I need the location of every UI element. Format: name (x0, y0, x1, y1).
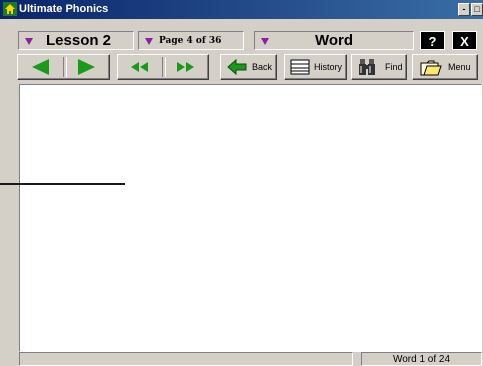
page-select[interactable]: Page 4 of 36 (138, 31, 244, 50)
next-page-button[interactable] (64, 55, 109, 79)
minimize-button[interactable]: - (458, 3, 470, 16)
page-label: Page 4 of 36 (159, 36, 222, 46)
word-label: Word (314, 32, 354, 49)
history-button[interactable]: History (284, 54, 347, 80)
menu-label: Menu (448, 62, 471, 72)
word-select[interactable]: Word (254, 31, 414, 50)
content-area[interactable] (19, 84, 482, 352)
find-label: Find (385, 62, 403, 72)
back-arrow-icon (227, 58, 247, 76)
open-folder-icon (420, 60, 442, 76)
binoculars-icon (359, 59, 375, 75)
exit-button[interactable]: X (452, 31, 477, 50)
title-bar: Ultimate Phonics - □ x (0, 0, 483, 19)
rewind-button[interactable] (118, 55, 163, 79)
dropdown-arrow-icon (25, 38, 33, 45)
history-label: History (314, 62, 343, 72)
divider-line (0, 183, 125, 185)
left-arrow-icon (32, 59, 49, 75)
lesson-select[interactable]: Lesson 2 (18, 31, 134, 50)
word-count: Word 1 of 24 (392, 354, 451, 365)
maximize-button[interactable]: □ (471, 3, 483, 16)
fast-forward-button[interactable] (163, 55, 208, 79)
fast-forward-icon (177, 62, 194, 72)
page-nav-group (17, 54, 110, 80)
back-label: Back (252, 62, 273, 72)
lesson-label: Lesson 2 (46, 32, 112, 49)
dropdown-arrow-icon (145, 38, 153, 45)
back-button[interactable]: Back (220, 54, 277, 80)
stacked-papers-icon (290, 59, 310, 75)
rewind-icon (131, 62, 148, 72)
right-arrow-icon (78, 59, 95, 75)
find-button[interactable]: Find (351, 54, 407, 80)
help-button[interactable]: ? (420, 31, 445, 50)
previous-page-button[interactable] (18, 55, 64, 79)
house-icon (3, 2, 17, 16)
word-nav-group (117, 54, 209, 80)
window-title: Ultimate Phonics (19, 3, 109, 15)
menu-button[interactable]: Menu (412, 54, 478, 80)
